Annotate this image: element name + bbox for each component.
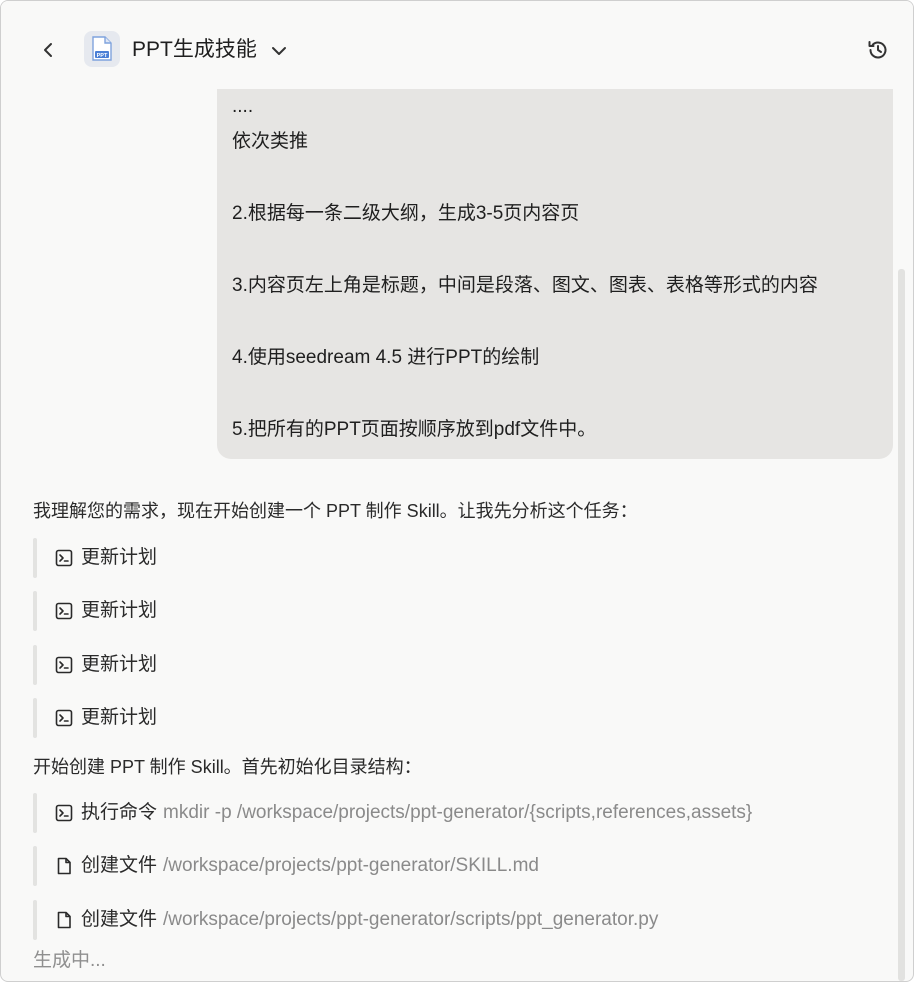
history-icon: [868, 41, 887, 59]
assistant-intro: 我理解您的需求，现在开始创建一个 PPT 制作 Skill。让我先分析这个任务：: [33, 501, 638, 521]
action-item-bar: [33, 793, 37, 833]
terminal-icon: [55, 549, 73, 567]
history-button[interactable]: [865, 37, 891, 63]
file-icon: [55, 857, 73, 875]
page-title[interactable]: PPT生成技能: [132, 37, 257, 63]
assistant-step-text: 开始创建 PPT 制作 Skill。首先初始化目录结构：: [33, 757, 422, 777]
user-message-line: 3.内容页左上角是标题，中间是段落、图文、图表、表格等形式的内容: [232, 275, 818, 296]
header: PPT PPT生成技能: [1, 1, 913, 91]
chevron-down-icon: [272, 47, 286, 55]
action-item-label: 创建文件/workspace/projects/ppt-generator/sc…: [81, 909, 658, 931]
ppt-app-icon: PPT: [84, 31, 120, 67]
action-item-bar: [33, 900, 37, 940]
user-message-line: 2.根据每一条二级大纲，生成3-5页内容页: [232, 203, 580, 224]
plan-item[interactable]: 更新计划: [33, 698, 873, 738]
action-type: 创建文件: [81, 909, 158, 930]
action-item[interactable]: 执行命令 mkdir -p /workspace/projects/ppt-gen…: [33, 793, 873, 833]
user-message-line: 5.把所有的PPT页面按顺序放到pdf文件中。: [232, 419, 597, 440]
plan-item[interactable]: 更新计划: [33, 645, 873, 685]
user-message-line: 4.使用seedream 4.5 进行PPT的绘制: [232, 347, 540, 368]
terminal-icon: [55, 602, 73, 620]
action-item-label: 执行命令 mkdir -p /workspace/projects/ppt-gen…: [81, 802, 752, 824]
plan-item-label: 更新计划: [81, 600, 158, 621]
scrollbar[interactable]: [898, 269, 905, 981]
chat-window: PPT PPT生成技能 .... 依次类推 2.根据每一条二级大纲，生成3-5页…: [0, 0, 914, 982]
generating-status: 生成中...: [33, 950, 106, 971]
plan-item-bar: [33, 698, 37, 738]
plan-item-bar: [33, 538, 37, 578]
action-item-label: 创建文件/workspace/projects/ppt-generator/SK…: [81, 855, 539, 877]
terminal-icon: [55, 709, 73, 727]
file-icon: [55, 911, 73, 929]
plan-item[interactable]: 更新计划: [33, 538, 873, 578]
back-button[interactable]: [33, 35, 63, 65]
plan-item[interactable]: 更新计划: [33, 591, 873, 631]
chevron-left-icon: [44, 43, 52, 57]
user-message-line: 依次类推: [232, 131, 309, 152]
title-dropdown-button[interactable]: [267, 39, 291, 63]
action-item-bar: [33, 846, 37, 886]
action-item[interactable]: 创建文件/workspace/projects/ppt-generator/SK…: [33, 846, 873, 886]
action-detail: /workspace/projects/ppt-generator/script…: [163, 909, 659, 930]
action-detail: /workspace/projects/ppt-generator/SKILL.…: [163, 855, 539, 876]
terminal-icon: [55, 804, 73, 822]
plan-item-label: 更新计划: [81, 547, 158, 568]
plan-item-bar: [33, 645, 37, 685]
plan-item-bar: [33, 591, 37, 631]
terminal-icon: [55, 656, 73, 674]
user-message-line: ....: [232, 96, 254, 117]
plan-item-label: 更新计划: [81, 707, 158, 728]
action-detail: mkdir -p /workspace/projects/ppt-generat…: [163, 802, 753, 823]
app-icon-label: PPT: [97, 53, 108, 59]
plan-item-label: 更新计划: [81, 654, 158, 675]
action-type: 执行命令: [81, 802, 158, 823]
user-message-bubble: .... 依次类推 2.根据每一条二级大纲，生成3-5页内容页 3.内容页左上角…: [217, 89, 893, 459]
action-type: 创建文件: [81, 855, 158, 876]
action-item[interactable]: 创建文件/workspace/projects/ppt-generator/sc…: [33, 900, 873, 940]
